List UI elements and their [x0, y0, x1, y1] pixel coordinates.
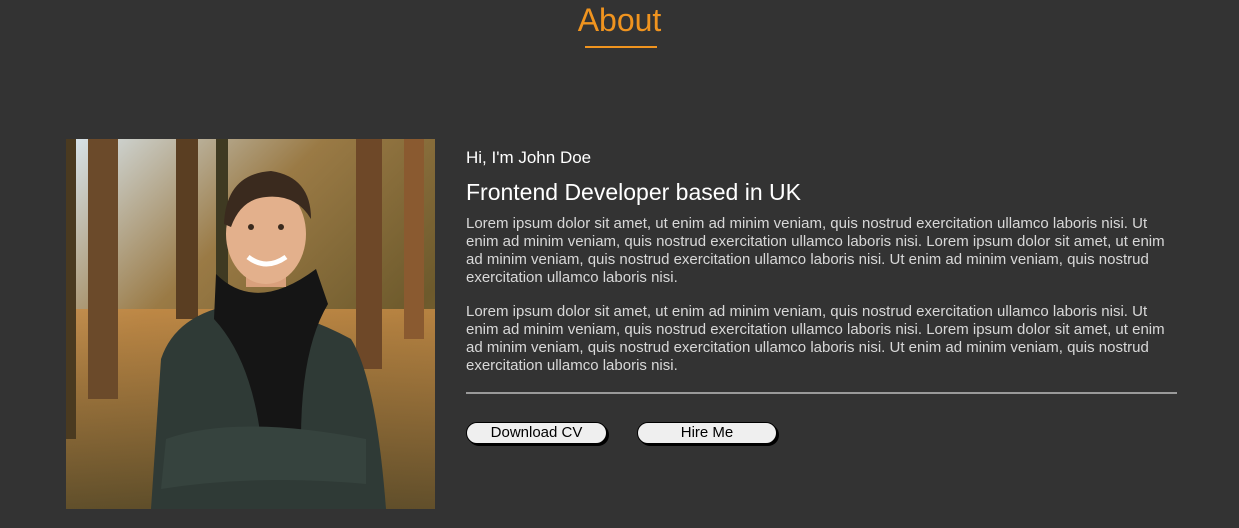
- action-buttons: Download CV Hire Me: [466, 422, 1178, 445]
- bio-paragraph-2: Lorem ipsum dolor sit amet, ut enim ad m…: [466, 303, 1165, 374]
- profile-photo: [66, 139, 435, 509]
- section-title: About: [577, 2, 662, 38]
- title-underline: [585, 46, 657, 48]
- about-content: Hi, I'm John Doe Frontend Developer base…: [466, 146, 1178, 445]
- divider: [466, 392, 1177, 394]
- greeting-text: Hi, I'm John Doe: [466, 148, 592, 167]
- hire-me-button[interactable]: Hire Me: [637, 422, 777, 444]
- role-heading: Frontend Developer based in UK: [466, 179, 801, 205]
- download-cv-button[interactable]: Download CV: [466, 422, 607, 444]
- bio-paragraph-1: Lorem ipsum dolor sit amet, ut enim ad m…: [466, 215, 1165, 286]
- about-section: About Hi, I'm John Doe Frontend Develope…: [0, 0, 1239, 528]
